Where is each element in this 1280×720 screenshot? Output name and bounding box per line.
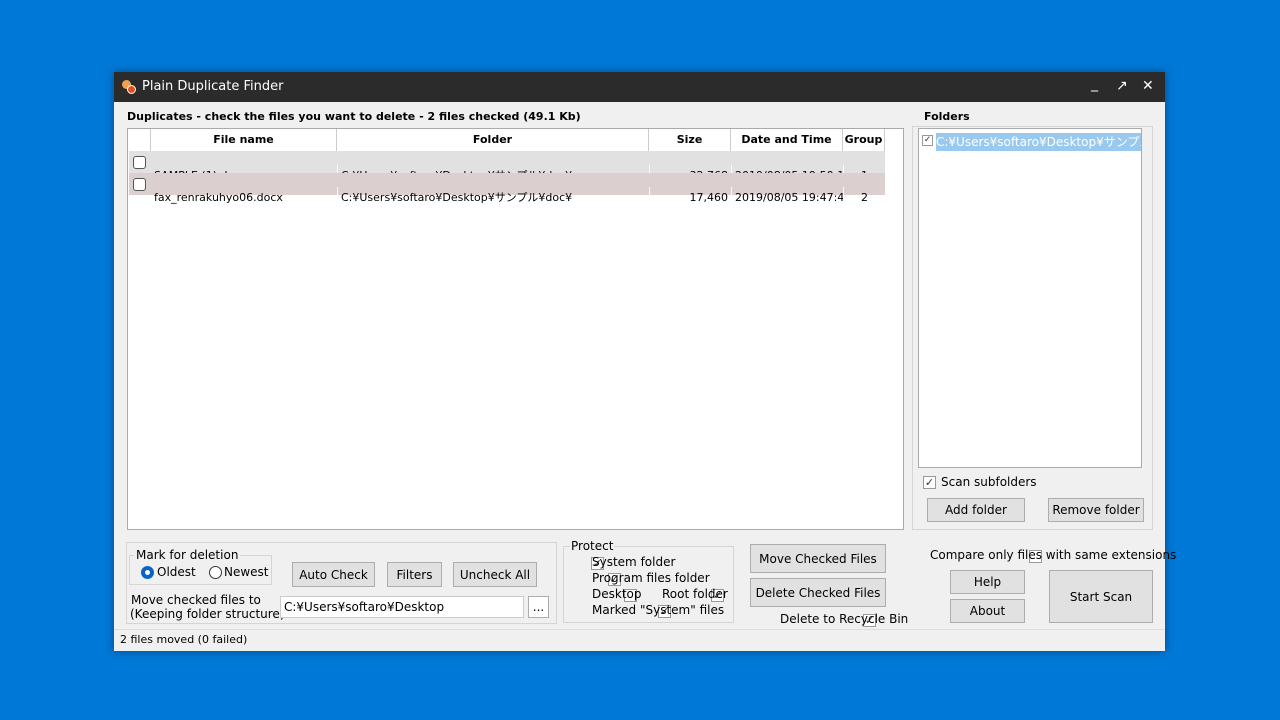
scan-subfolders-checkbox[interactable]: ✓ (923, 476, 936, 489)
folders-list: ✓ C:¥Users¥softaro¥Desktop¥サンプル¥doc (918, 128, 1142, 468)
table-header: File name Folder Size Date and Time Grou… (128, 129, 885, 151)
row-checkbox[interactable] (133, 156, 146, 169)
delete-checked-files-button[interactable]: Delete Checked Files (750, 578, 886, 607)
desktop-label: Desktop (592, 587, 642, 601)
scan-subfolders-label: Scan subfolders (941, 475, 1037, 489)
newest-label: Newest (224, 565, 269, 579)
column-header-group[interactable]: Group (843, 129, 885, 151)
app-window: Plain Duplicate Finder _ ↗ ✕ Duplicates … (114, 72, 1176, 651)
oldest-label: Oldest (157, 565, 196, 579)
program-files-label: Program files folder (592, 571, 710, 585)
folders-heading: Folders (924, 110, 970, 123)
status-bar: 2 files moved (0 failed) (114, 629, 1165, 651)
about-button[interactable]: About (950, 599, 1025, 623)
group-number: 2 (843, 187, 885, 209)
close-button[interactable]: ✕ (1142, 78, 1154, 94)
help-button[interactable]: Help (950, 570, 1025, 594)
column-header-file-name[interactable]: File name (151, 129, 337, 151)
folder-path: C:¥Users¥softaro¥Desktop¥サンプル¥doc¥ (337, 187, 649, 209)
file-name: fax_renrakuhyo06.docx (154, 191, 283, 204)
move-to-label: Move checked files to (131, 593, 261, 607)
marked-system-label: Marked "System" files (592, 603, 725, 617)
newest-radio[interactable] (209, 566, 222, 579)
date-time: 2019/08/05 19:47:43 (731, 187, 843, 209)
table-row[interactable]: SAMPLE (1).doc C:¥Users¥softaro¥Desktop¥… (129, 151, 885, 187)
recycle-bin-label: Delete to Recycle Bin (780, 612, 909, 626)
auto-check-button[interactable]: Auto Check (292, 562, 375, 587)
row-checkbox[interactable] (133, 178, 146, 191)
protect-legend: Protect (570, 539, 615, 553)
app-logo-icon (122, 80, 136, 94)
filters-button[interactable]: Filters (387, 562, 442, 587)
add-folder-button[interactable]: Add folder (927, 498, 1025, 522)
root-folder-label: Root folder (662, 587, 728, 601)
folder-item[interactable]: ✓ C:¥Users¥softaro¥Desktop¥サンプル¥doc (922, 133, 1142, 151)
title-bar: Plain Duplicate Finder _ ↗ ✕ (114, 72, 1165, 102)
file-size: 17,460 (649, 187, 731, 209)
column-header-date[interactable]: Date and Time (731, 129, 843, 151)
mark-for-deletion-legend: Mark for deletion (134, 548, 241, 562)
move-to-input[interactable]: C:¥Users¥softaro¥Desktop (280, 596, 524, 618)
table-row[interactable]: fax_renrakuhyo06.docx C:¥Users¥softaro¥D… (129, 173, 885, 209)
status-text: 2 files moved (0 failed) (120, 633, 248, 646)
minimize-button[interactable]: _ (1091, 76, 1098, 92)
start-scan-button[interactable]: Start Scan (1049, 570, 1153, 623)
move-to-sublabel: (Keeping folder structure) (130, 607, 285, 621)
remove-folder-button[interactable]: Remove folder (1048, 498, 1144, 522)
duplicates-heading: Duplicates - check the files you want to… (127, 110, 581, 123)
move-checked-files-button[interactable]: Move Checked Files (750, 544, 886, 573)
duplicates-table: File name Folder Size Date and Time Grou… (127, 128, 904, 530)
browse-button[interactable]: ... (528, 596, 549, 618)
uncheck-all-button[interactable]: Uncheck All (453, 562, 537, 587)
compare-extensions-label: Compare only files with same extensions (930, 548, 1177, 562)
window-title: Plain Duplicate Finder (142, 79, 284, 94)
column-header-check[interactable] (128, 129, 151, 151)
oldest-radio-selected[interactable] (141, 566, 154, 579)
column-header-folder[interactable]: Folder (337, 129, 649, 151)
column-header-size[interactable]: Size (649, 129, 731, 151)
folder-path: C:¥Users¥softaro¥Desktop¥サンプル¥doc (936, 133, 1141, 151)
maximize-button[interactable]: ↗ (1116, 78, 1128, 94)
folder-checkbox-checked-icon[interactable]: ✓ (922, 135, 933, 146)
system-folder-label: System folder (592, 555, 676, 569)
